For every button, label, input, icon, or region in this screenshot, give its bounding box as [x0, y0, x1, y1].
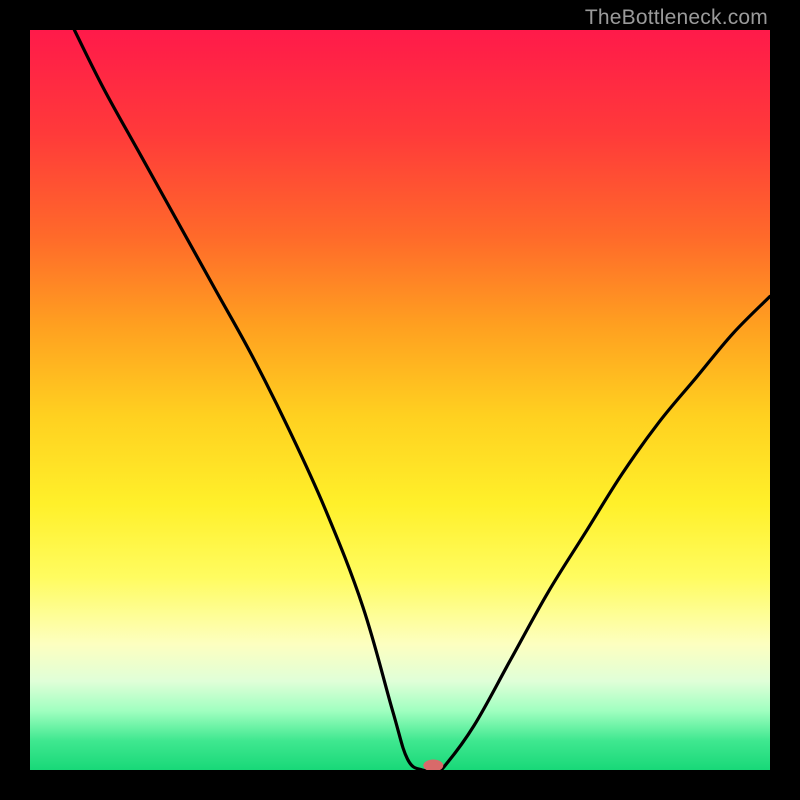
curve-layer — [30, 30, 770, 770]
watermark-text: TheBottleneck.com — [585, 6, 768, 30]
bottleneck-curve — [74, 30, 770, 770]
gradient-plot-area — [30, 30, 770, 770]
optimal-point-marker — [423, 760, 443, 770]
chart-stage: TheBottleneck.com — [0, 0, 800, 800]
